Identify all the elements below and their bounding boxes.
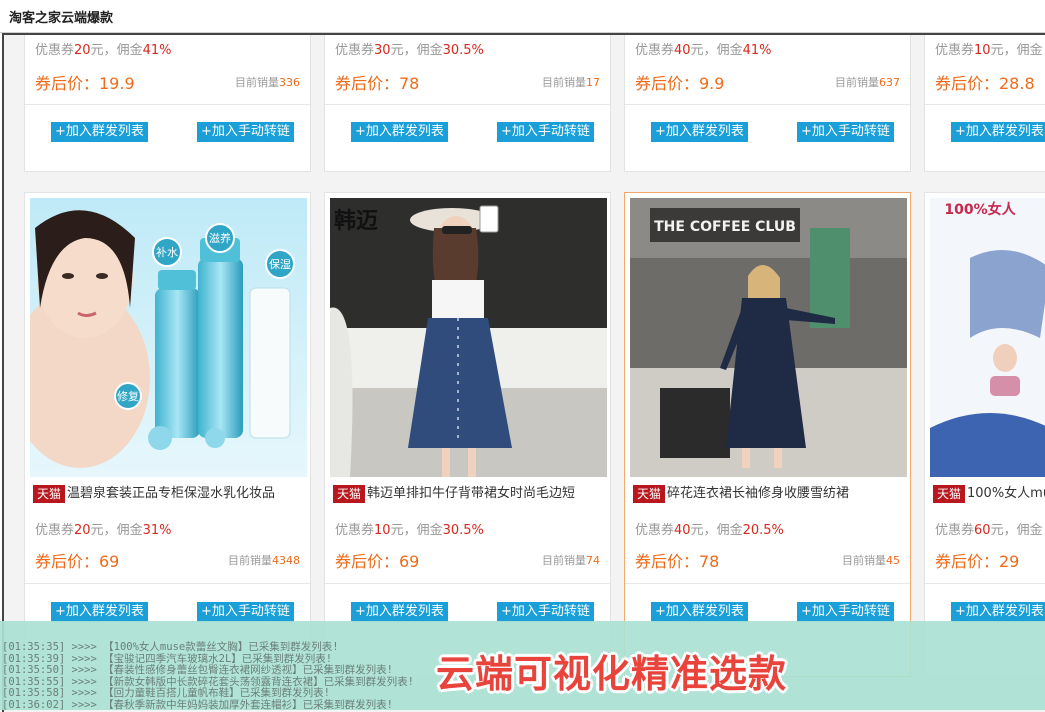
add-to-group-list-button[interactable]: +加入群发列表 bbox=[351, 122, 448, 142]
coupon-info: 优惠券10元，佣金 bbox=[935, 43, 1043, 58]
image-label: THE COFFEE CLUB bbox=[654, 219, 796, 235]
add-to-group-list-button[interactable]: +加入群发列表 bbox=[51, 122, 148, 142]
tmall-badge: 天猫 bbox=[933, 485, 966, 503]
product-card[interactable]: THE COFFEE CLUB 天猫 碎花连衣裙长袖修身收腰雪纺裙 优惠券40元… bbox=[624, 192, 911, 677]
image-label: 滋养 bbox=[209, 231, 231, 245]
tmall-badge: 天猫 bbox=[633, 485, 666, 503]
add-to-manual-link-button[interactable]: +加入手动转链 bbox=[197, 602, 294, 622]
add-to-manual-link-button[interactable]: +加入手动转链 bbox=[797, 602, 894, 622]
product-card[interactable]: 韩迈 天猫 韩迈单排扣牛仔背带裙女时尚毛边短 优惠券10元，佣金30.5% 券后… bbox=[324, 192, 611, 677]
product-card[interactable]: 优惠券10元，佣金 券后价：28.8 +加入群发列表 bbox=[924, 35, 1045, 172]
final-price: 券后价：9.9 bbox=[635, 74, 725, 93]
product-title[interactable]: 碎花连衣裙长袖修身收腰雪纺裙 bbox=[667, 485, 907, 505]
add-to-manual-link-button[interactable]: +加入手动转链 bbox=[197, 122, 294, 142]
image-label: 韩迈 bbox=[334, 208, 378, 234]
tmall-badge: 天猫 bbox=[333, 485, 366, 503]
sales-count: 目前销量74 bbox=[542, 554, 600, 567]
divider bbox=[925, 583, 1045, 584]
product-grid[interactable]: 优惠券20元，佣金41% 券后价：19.9 目前销量336 +加入群发列表 +加… bbox=[2, 33, 1045, 712]
product-title[interactable]: 韩迈单排扣牛仔背带裙女时尚毛边短 bbox=[367, 485, 607, 505]
coupon-info: 优惠券30元，佣金30.5% bbox=[335, 43, 484, 58]
product-title[interactable]: 温碧泉套装正品专柜保湿水乳化妆品 bbox=[67, 485, 307, 505]
tmall-badge: 天猫 bbox=[33, 485, 66, 503]
add-to-manual-link-button[interactable]: +加入手动转链 bbox=[797, 122, 894, 142]
add-to-group-list-button[interactable]: +加入群发列表 bbox=[951, 122, 1045, 142]
final-price: 券后价：28.8 bbox=[935, 74, 1035, 93]
coupon-info: 优惠券20元，佣金31% bbox=[35, 523, 172, 538]
divider bbox=[325, 583, 610, 584]
log-overlay: [01:35:35] >>>> 【100%女人muse款蕾丝文胸】已采集到群发列… bbox=[0, 621, 1045, 712]
add-to-group-list-button[interactable]: +加入群发列表 bbox=[951, 602, 1045, 622]
coupon-info: 优惠券10元，佣金30.5% bbox=[335, 523, 484, 538]
coupon-info: 优惠券40元，佣金20.5% bbox=[635, 523, 784, 538]
add-to-group-list-button[interactable]: +加入群发列表 bbox=[351, 602, 448, 622]
product-card[interactable]: 100%女人 天猫 100%女人mu 优惠券60元，佣金 券后价：29 +加入群… bbox=[924, 192, 1045, 677]
add-to-group-list-button[interactable]: +加入群发列表 bbox=[651, 122, 748, 142]
coupon-info: 优惠券20元，佣金41% bbox=[35, 43, 172, 58]
product-card[interactable]: 优惠券30元，佣金30.5% 券后价：78 目前销量17 +加入群发列表 +加入… bbox=[324, 35, 611, 172]
sales-count: 目前销量17 bbox=[542, 76, 600, 89]
product-card[interactable]: 优惠券40元，佣金41% 券后价：9.9 目前销量637 +加入群发列表 +加入… bbox=[624, 35, 911, 172]
final-price: 券后价：19.9 bbox=[35, 74, 135, 93]
add-to-manual-link-button[interactable]: +加入手动转链 bbox=[497, 602, 594, 622]
product-image[interactable]: THE COFFEE CLUB bbox=[630, 198, 907, 477]
window-titlebar: 淘客之家云端爆款 bbox=[0, 0, 1045, 33]
divider bbox=[25, 583, 310, 584]
image-label: 保湿 bbox=[269, 257, 291, 271]
divider bbox=[925, 104, 1045, 105]
promo-banner: 云端可视化精准选款 bbox=[436, 652, 788, 696]
image-label: 100%女人 bbox=[944, 201, 1016, 218]
final-price: 券后价：69 bbox=[335, 552, 420, 571]
product-image[interactable]: 韩迈 bbox=[330, 198, 607, 477]
final-price: 券后价：78 bbox=[635, 552, 720, 571]
sales-count: 目前销量45 bbox=[842, 554, 900, 567]
product-image[interactable]: 补水 滋养 保湿 修复 bbox=[30, 198, 307, 477]
window-title: 淘客之家云端爆款 bbox=[9, 11, 114, 26]
add-to-manual-link-button[interactable]: +加入手动转链 bbox=[497, 122, 594, 142]
activity-log: [01:35:35] >>>> 【100%女人muse款蕾丝文胸】已采集到群发列… bbox=[2, 641, 414, 712]
divider bbox=[325, 104, 610, 105]
divider bbox=[625, 104, 910, 105]
image-label: 补水 bbox=[156, 246, 178, 259]
product-card[interactable]: 补水 滋养 保湿 修复 天猫 温碧泉套装正品专柜保湿水乳化妆品 优惠券20元，佣… bbox=[24, 192, 311, 677]
product-image[interactable]: 100%女人 bbox=[930, 198, 1045, 477]
log-line: [01:35:35] >>>> 【100%女人muse款蕾丝文胸】已采集到群发列… bbox=[2, 641, 339, 653]
add-to-group-list-button[interactable]: +加入群发列表 bbox=[651, 602, 748, 622]
product-title[interactable]: 100%女人mu bbox=[967, 485, 1045, 505]
final-price: 券后价：69 bbox=[35, 552, 120, 571]
coupon-info: 优惠券60元，佣金 bbox=[935, 523, 1043, 538]
coupon-info: 优惠券40元，佣金41% bbox=[635, 43, 772, 58]
sales-count: 目前销量637 bbox=[835, 76, 900, 89]
sales-count: 目前销量4348 bbox=[228, 554, 300, 567]
add-to-group-list-button[interactable]: +加入群发列表 bbox=[51, 602, 148, 622]
sales-count: 目前销量336 bbox=[235, 76, 300, 89]
image-label: 修复 bbox=[117, 389, 139, 403]
divider bbox=[625, 583, 910, 584]
final-price: 券后价：29 bbox=[935, 552, 1020, 571]
product-card[interactable]: 优惠券20元，佣金41% 券后价：19.9 目前销量336 +加入群发列表 +加… bbox=[24, 35, 311, 172]
final-price: 券后价：78 bbox=[335, 74, 420, 93]
divider bbox=[25, 104, 310, 105]
